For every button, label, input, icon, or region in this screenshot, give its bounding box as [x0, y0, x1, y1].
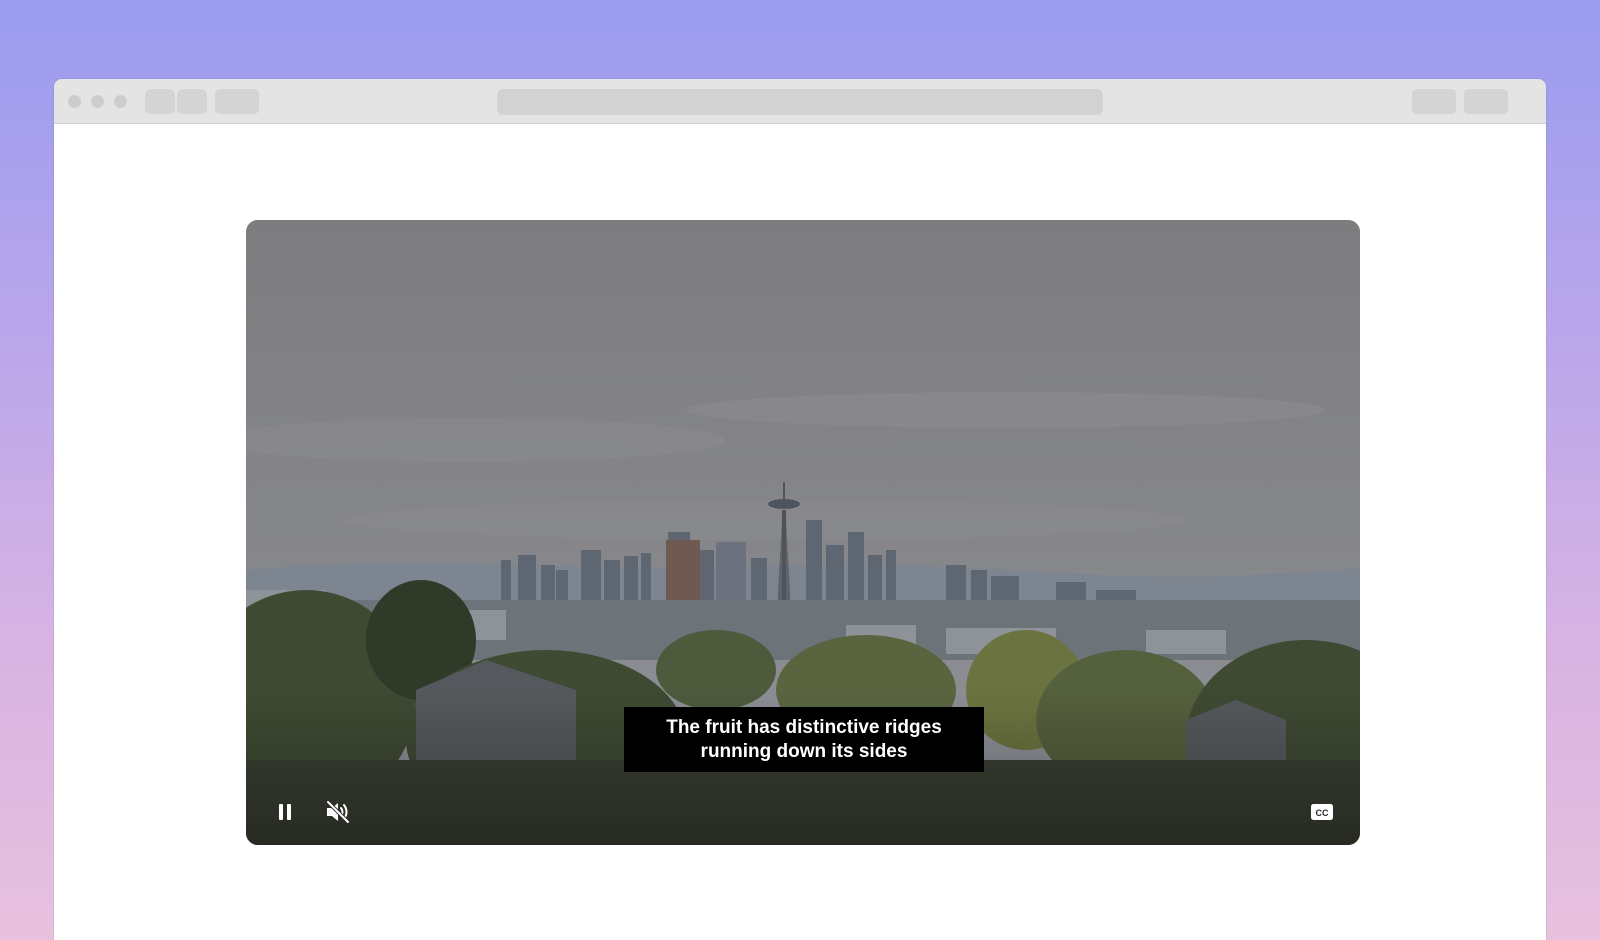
cc-label: CC [1316, 808, 1329, 818]
back-button[interactable] [145, 89, 175, 114]
address-bar[interactable] [497, 89, 1103, 115]
closed-captions-icon: CC [1311, 804, 1333, 820]
caption-line: The fruit has distinctive ridges [666, 717, 942, 738]
video-caption: The fruit has distinctive ridges running… [624, 707, 984, 772]
volume-muted-icon [326, 800, 350, 824]
browser-window: The fruit has distinctive ridges running… [54, 79, 1546, 940]
zoom-window-button[interactable] [114, 95, 127, 108]
browser-titlebar [54, 79, 1546, 124]
pause-button[interactable] [269, 796, 301, 828]
forward-button[interactable] [177, 89, 207, 114]
video-player[interactable]: The fruit has distinctive ridges running… [246, 220, 1360, 845]
sidebar-button[interactable] [215, 89, 259, 114]
closed-captions-button[interactable]: CC [1306, 796, 1338, 828]
tabs-button[interactable] [1464, 89, 1508, 114]
close-window-button[interactable] [68, 95, 81, 108]
pause-icon [279, 804, 291, 820]
caption-line: running down its sides [700, 741, 908, 762]
share-button[interactable] [1412, 89, 1456, 114]
minimize-window-button[interactable] [91, 95, 104, 108]
mute-button[interactable] [322, 796, 354, 828]
